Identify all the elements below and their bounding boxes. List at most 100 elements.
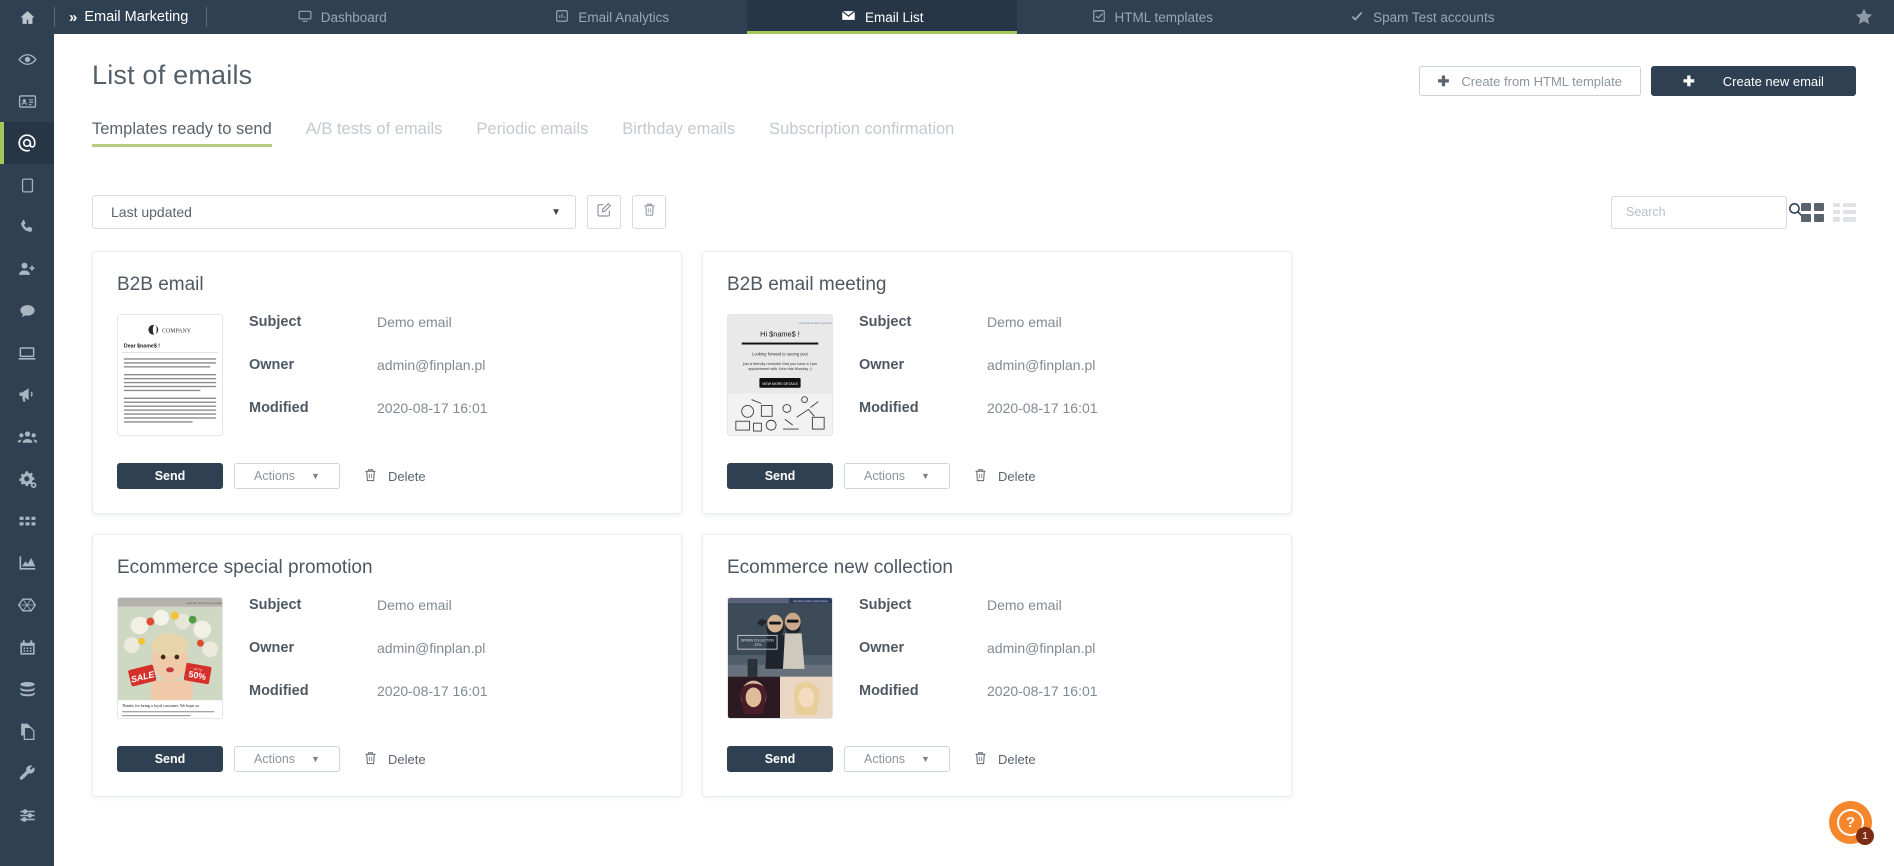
home-icon[interactable] — [0, 0, 54, 34]
send-button[interactable]: Send — [117, 746, 223, 772]
sidebar-item-eye[interactable] — [0, 38, 54, 80]
search-box[interactable] — [1611, 195, 1803, 229]
delete-button[interactable]: Delete — [351, 467, 426, 486]
meta-label: Owner — [859, 357, 905, 373]
bulk-delete-button[interactable] — [632, 195, 666, 229]
sidebar-item-apps[interactable] — [0, 500, 54, 542]
create-new-email-button[interactable]: ✚ Create new email — [1651, 66, 1856, 96]
star-icon[interactable] — [1834, 0, 1894, 34]
trash-icon — [363, 750, 378, 769]
sidebar-item-contacts[interactable] — [0, 80, 54, 122]
tab-subscription-confirmation[interactable]: Subscription confirmation — [769, 120, 954, 147]
card-actions: Send Actions ▼ Delete — [117, 746, 657, 772]
bulk-edit-button[interactable] — [587, 195, 621, 229]
list-view-icon[interactable] — [1833, 202, 1856, 222]
header-action-buttons: ✚ Create from HTML template ✚ Create new… — [1418, 60, 1856, 96]
tab-templates-ready-to-send[interactable]: Templates ready to send — [92, 120, 272, 147]
sidebar-item-chat[interactable] — [0, 290, 54, 332]
checkbox-icon — [1092, 9, 1106, 26]
meta-label: Modified — [859, 400, 919, 416]
left-sidebar — [0, 34, 54, 866]
monitor-icon — [298, 9, 312, 26]
sidebar-item-settings[interactable] — [0, 794, 54, 836]
sort-select[interactable]: Last updated ▼ — [92, 195, 576, 229]
email-card[interactable]: B2B email COMPANY Dear $name$ ! Subject … — [92, 251, 682, 514]
actions-dropdown[interactable]: Actions ▼ — [844, 463, 950, 489]
button-label: Create from HTML template — [1461, 73, 1622, 89]
delete-button[interactable]: Delete — [351, 750, 426, 769]
sidebar-item-tools[interactable] — [0, 752, 54, 794]
sidebar-item-calendar[interactable] — [0, 626, 54, 668]
meta-label: Subject — [859, 314, 912, 330]
delete-button[interactable]: Delete — [961, 467, 1036, 486]
brand-link[interactable]: » Email Marketing — [55, 0, 206, 34]
chevron-down-icon: ▼ — [921, 754, 930, 764]
edit-square-icon — [596, 202, 612, 223]
chevron-down-icon: ▼ — [551, 206, 561, 218]
chat-bubble-icon — [18, 302, 37, 321]
email-card[interactable]: Ecommerce new collection view this email… — [702, 534, 1292, 797]
tab-birthday-emails[interactable]: Birthday emails — [622, 120, 735, 147]
sidebar-item-add-user[interactable] — [0, 248, 54, 290]
chevron-down-icon: ▼ — [311, 471, 320, 481]
tab-ab-tests-of-emails[interactable]: A/B tests of emails — [306, 120, 443, 147]
tab-email-list[interactable]: Email List — [747, 0, 1018, 34]
grid-apps-icon — [18, 512, 37, 531]
email-card[interactable]: B2B email meeting view this email in you… — [702, 251, 1292, 514]
check-icon — [1350, 9, 1364, 26]
send-button[interactable]: Send — [117, 463, 223, 489]
send-button[interactable]: Send — [727, 463, 833, 489]
sidebar-item-documents[interactable] — [0, 710, 54, 752]
tab-periodic-emails[interactable]: Periodic emails — [476, 120, 588, 147]
sidebar-item-phone[interactable] — [0, 206, 54, 248]
actions-dropdown[interactable]: Actions ▼ — [844, 746, 950, 772]
sidebar-item-mobile[interactable] — [0, 164, 54, 206]
card-meta: Subject Demo email Owner admin@finplan.p… — [859, 314, 1267, 443]
top-navigation-bar: » Email Marketing Dashboard Email Analyt… — [0, 0, 1894, 34]
svg-text:SPRING COLLECTION: SPRING COLLECTION — [741, 638, 774, 642]
meta-value: Demo email — [987, 314, 1062, 330]
sidebar-item-database[interactable] — [0, 668, 54, 710]
search-input[interactable] — [1626, 205, 1787, 219]
card-actions: Send Actions ▼ Delete — [727, 463, 1267, 489]
tab-dashboard[interactable]: Dashboard — [207, 0, 477, 34]
delete-button[interactable]: Delete — [961, 750, 1036, 769]
page-title: List of emails — [92, 60, 253, 90]
meta-value: 2020-08-17 16:01 — [987, 400, 1098, 416]
svg-text:view this email in your browse: view this email in your browser — [793, 599, 828, 603]
sidebar-item-campaigns[interactable] — [0, 374, 54, 416]
send-button[interactable]: Send — [727, 746, 833, 772]
meta-row-modified: Modified 2020-08-17 16:01 — [249, 400, 657, 443]
chevron-down-icon: ▼ — [311, 754, 320, 764]
meta-value: Demo email — [987, 597, 1062, 613]
create-from-html-template-button[interactable]: ✚ Create from HTML template — [1418, 66, 1641, 96]
actions-dropdown[interactable]: Actions ▼ — [234, 746, 340, 772]
contact-card-icon — [18, 92, 37, 111]
brand-label: Email Marketing — [84, 9, 189, 25]
sidebar-item-network[interactable] — [0, 584, 54, 626]
meta-value: 2020-08-17 16:01 — [987, 683, 1098, 699]
actions-label: Actions — [864, 752, 906, 766]
network-hexagon-icon — [17, 595, 37, 615]
phone-icon — [18, 218, 36, 236]
meta-row-subject: Subject Demo email — [249, 314, 657, 357]
email-card[interactable]: Ecommerce special promotion view this em… — [92, 534, 682, 797]
sidebar-item-laptop[interactable] — [0, 332, 54, 374]
help-button[interactable]: ? 1 — [1829, 801, 1874, 845]
sidebar-item-reports[interactable] — [0, 542, 54, 584]
trash-icon — [363, 467, 378, 486]
card-actions: Send Actions ▼ Delete — [117, 463, 657, 489]
tab-email-analytics[interactable]: Email Analytics — [477, 0, 747, 34]
sidebar-item-audience[interactable] — [0, 416, 54, 458]
new-collection-thumbnail: view this email in your browser SPRING C… — [727, 597, 833, 719]
tab-spam-test-accounts[interactable]: Spam Test accounts — [1287, 0, 1557, 34]
sidebar-item-email-marketing[interactable] — [0, 122, 54, 164]
database-icon — [18, 680, 37, 699]
sidebar-item-automation[interactable] — [0, 458, 54, 500]
svg-text:Dear $name$ !: Dear $name$ ! — [124, 343, 160, 349]
trash-icon — [642, 202, 657, 222]
tab-html-templates[interactable]: HTML templates — [1017, 0, 1287, 34]
meta-row-subject: Subject Demo email — [249, 597, 657, 640]
grid-view-icon[interactable] — [1801, 202, 1824, 222]
actions-dropdown[interactable]: Actions ▼ — [234, 463, 340, 489]
